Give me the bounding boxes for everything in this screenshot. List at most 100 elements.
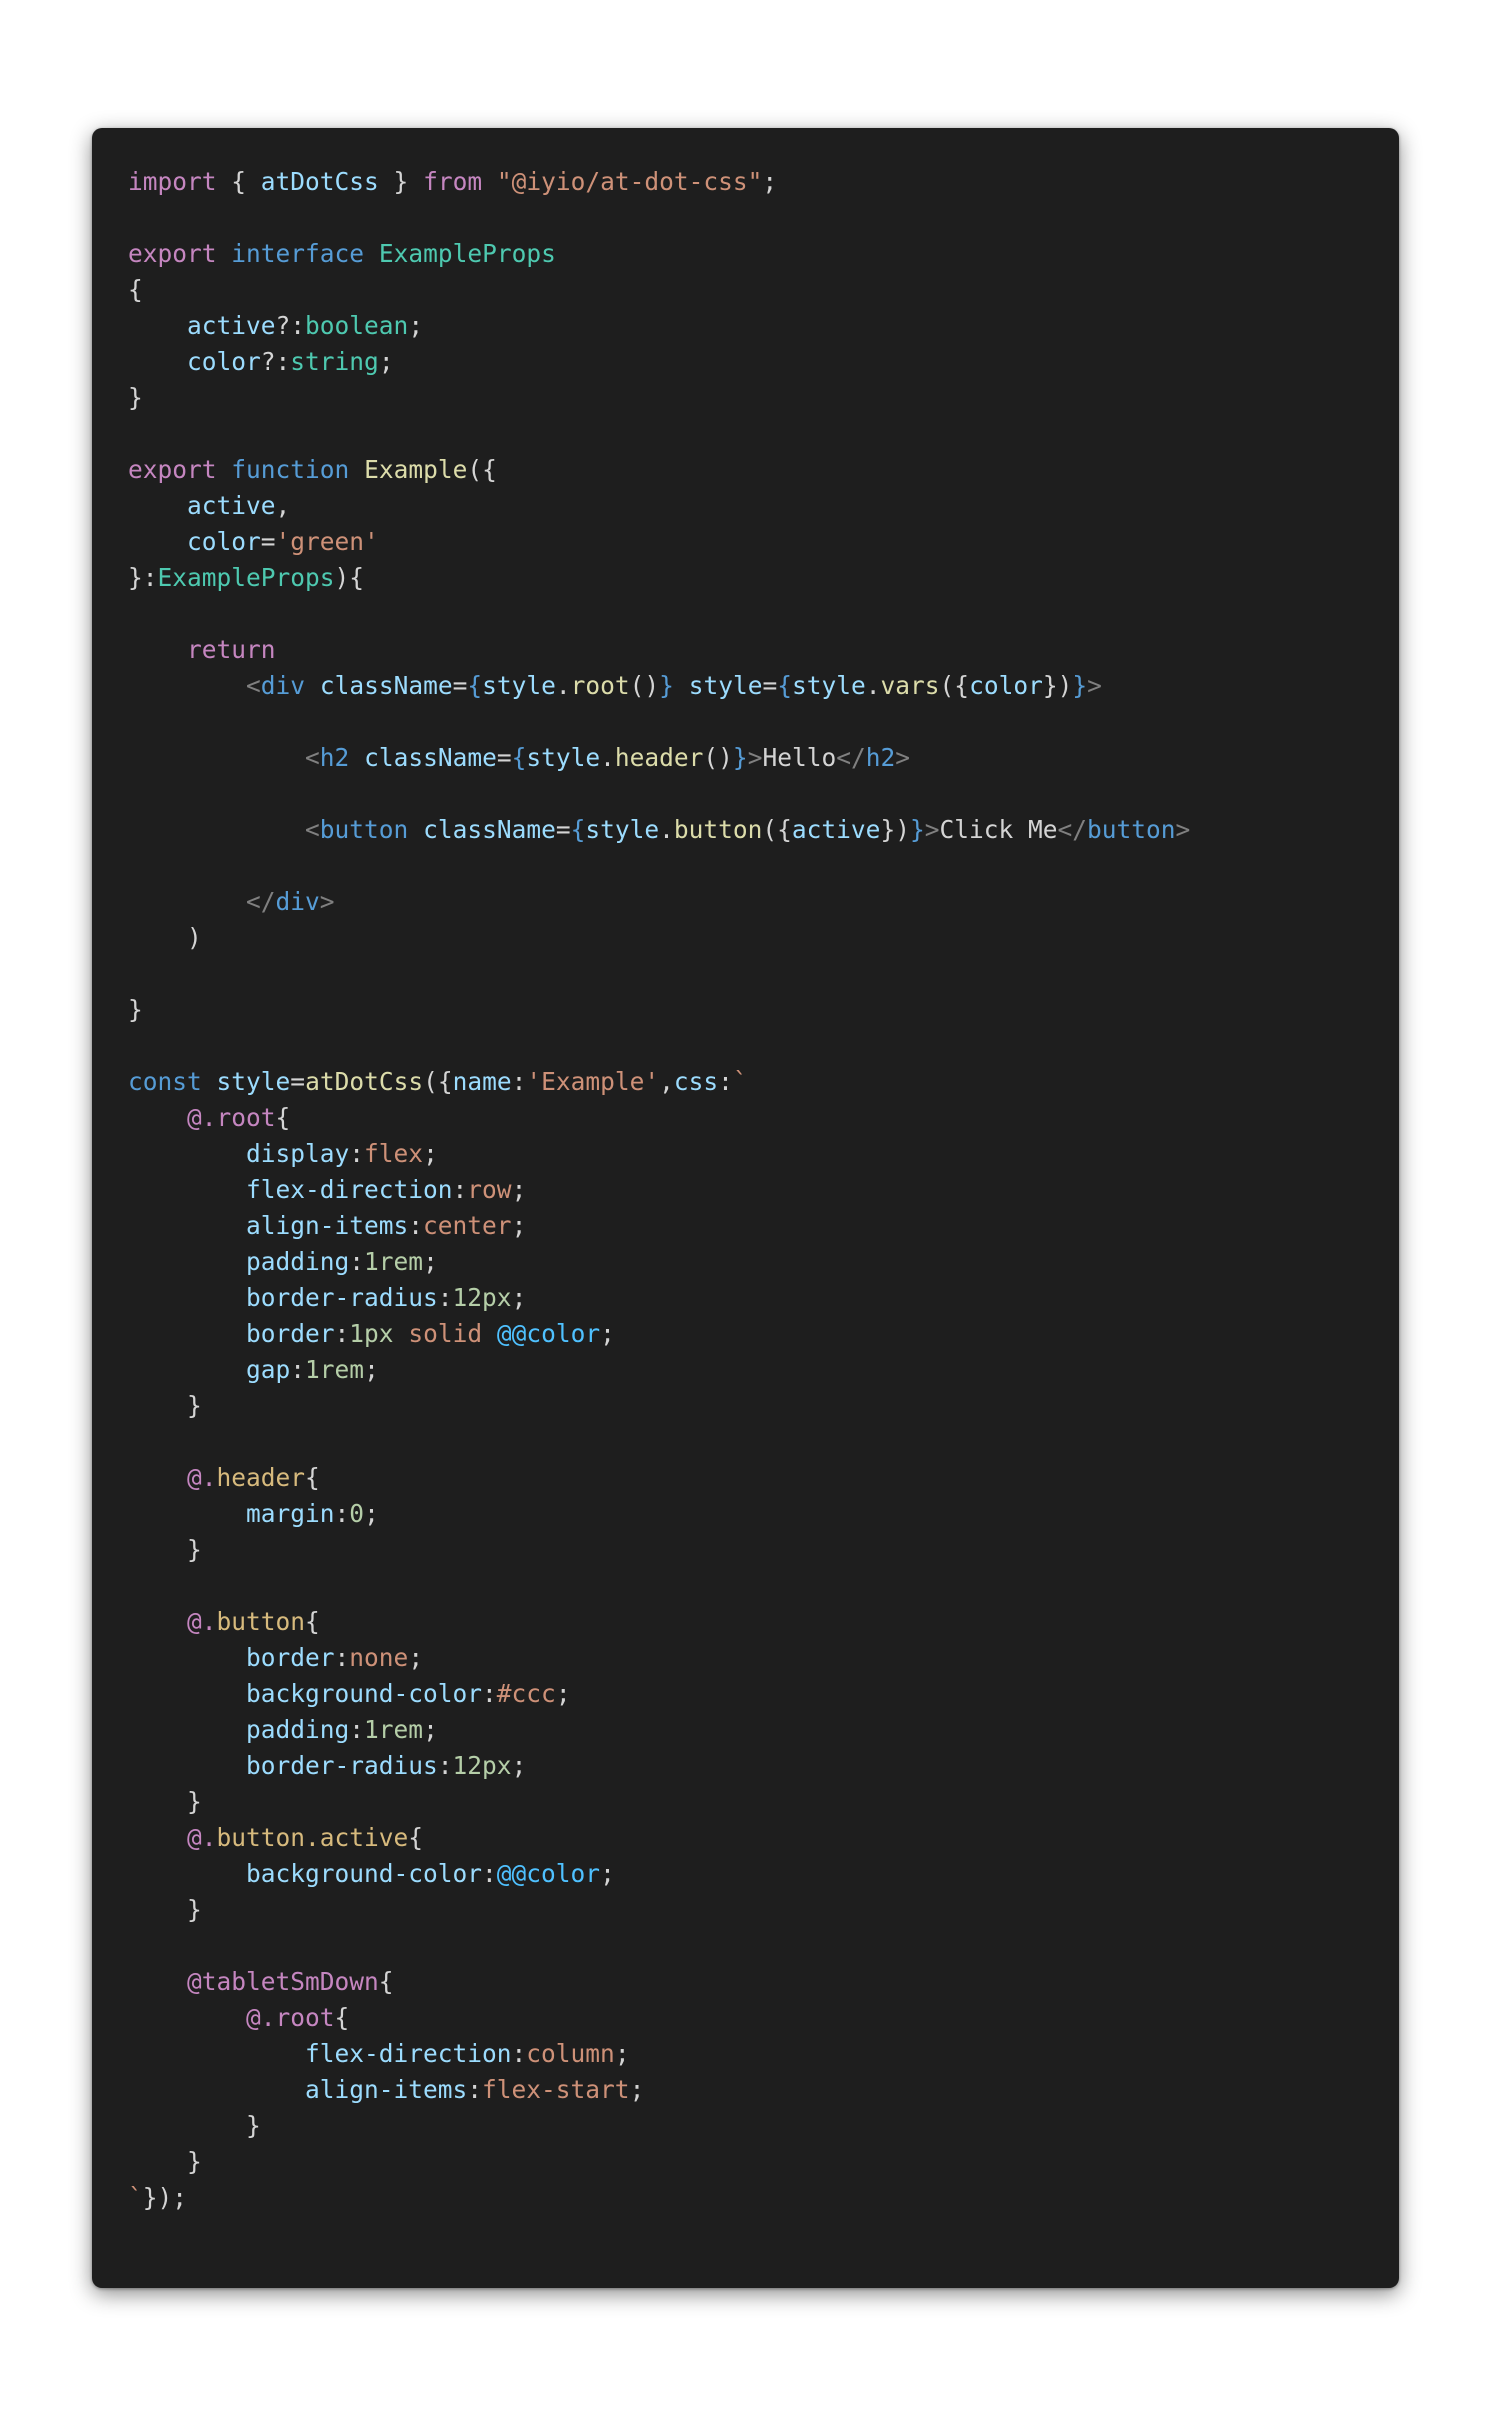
code-token: h2 [865,743,896,772]
code-token: 1px [349,1319,394,1348]
code-token: } [1072,671,1088,700]
code-line: padding:1rem; [128,1712,1190,1748]
code-token: style [792,671,866,700]
code-token: . [659,815,674,844]
code-token: button [319,815,409,844]
code-line: } [128,380,1190,416]
code-block[interactable]: import { atDotCss } from "@iyio/at-dot-c… [128,164,1190,2216]
code-line: @.button.active{ [128,1820,1190,1856]
code-token: center [423,1211,512,1240]
code-token: ; [423,1139,438,1168]
code-token: column [526,2039,615,2068]
code-line: background-color:#ccc; [128,1676,1190,1712]
code-token: }); [142,2183,188,2212]
code-token: . [600,743,615,772]
code-token: ` [128,2183,143,2212]
code-token: 'green' [275,527,379,556]
code-token: Example [364,455,468,484]
code-line: border:none; [128,1640,1190,1676]
code-token: { [305,1607,320,1636]
code-token: : [482,1679,497,1708]
code-token: header [216,1463,306,1492]
code-token: { [378,1967,394,1996]
code-token: Hello [762,743,837,772]
code-line: return [128,632,1190,668]
code-line: </div> [128,884,1190,920]
code-token: active [791,815,881,844]
code-token: }) [880,815,910,844]
code-token: boolean [305,311,409,340]
code-token: background-color [246,1859,483,1888]
code-token: @. [246,2003,276,2032]
code-token: }) [1042,671,1073,700]
code-token: { [275,1103,291,1132]
code-token: ; [364,1499,379,1528]
code-line: align-items:flex-start; [128,2072,1190,2108]
code-token: const [128,1067,202,1096]
code-token: root [570,671,630,700]
code-token: flex-direction [305,2039,512,2068]
code-token: < [305,743,320,772]
code-token: : [408,1211,424,1240]
code-token: : [452,1175,468,1204]
code-token: ; [511,1175,527,1204]
code-line: } [128,1532,1190,1568]
code-token: style [688,671,763,700]
code-token: border [246,1643,335,1672]
code-token: 1rem [364,1247,424,1276]
code-token: } [128,1535,202,1564]
code-token: ; [408,1643,424,1672]
code-token: . [555,671,571,700]
code-token: @. [187,1103,217,1132]
code-token: = [452,671,468,700]
code-line: border-radius:12px; [128,1280,1190,1316]
code-token: = [496,743,512,772]
code-token: ; [614,2039,630,2068]
code-line: const style=atDotCss({name:'Example',css… [128,1064,1190,1100]
code-token: export [128,455,217,484]
code-token: css [673,1067,719,1096]
code-token: flex-direction [246,1175,453,1204]
code-token: padding [246,1715,350,1744]
code-token: { [334,2003,350,2032]
code-token: Click Me [939,815,1058,844]
code-token: { [570,815,586,844]
code-token: } [128,995,143,1024]
code-token: } [378,167,424,196]
code-line: flex-direction:row; [128,1172,1190,1208]
code-token: @@color [496,1859,601,1888]
code-token: return [187,635,276,664]
code-token: : [334,1499,350,1528]
code-token: : [334,1643,350,1672]
code-line: background-color:@@color; [128,1856,1190,1892]
code-token: = [762,671,778,700]
code-token: } [659,671,674,700]
code-token: ExampleProps [378,239,556,268]
code-token: border-radius [246,1283,438,1312]
code-line: <div className={style.root()} style={sty… [128,668,1190,704]
code-token: button [1087,815,1176,844]
code-token: style [482,671,556,700]
code-token: ; [600,1319,615,1348]
code-token: > [924,815,940,844]
code-token: : [349,1139,365,1168]
code-token: } [909,815,925,844]
